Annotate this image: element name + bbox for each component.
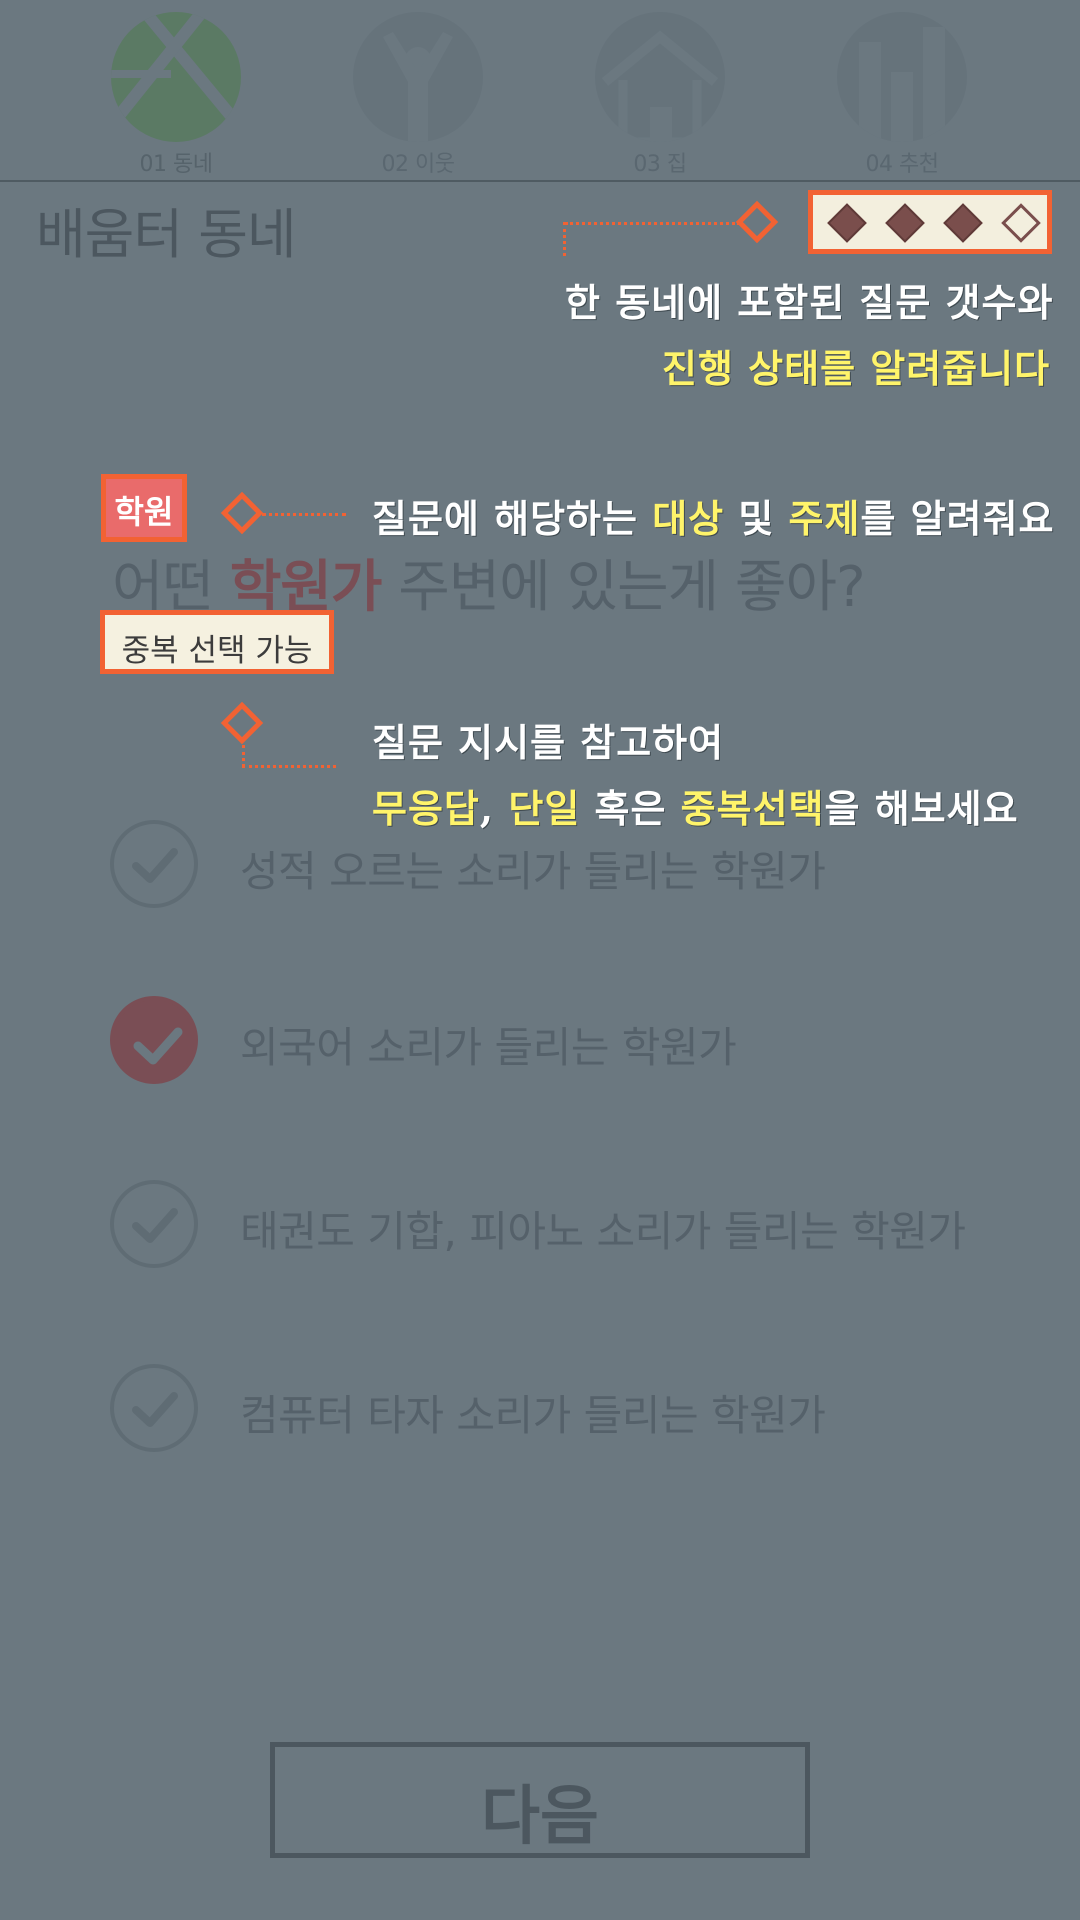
neighborhood-map-icon <box>111 12 241 142</box>
question-topic-tag: 학원 <box>101 474 187 542</box>
callout-line <box>563 222 566 256</box>
progress-diamond-filled <box>885 203 925 243</box>
note-highlight: 대상 <box>652 496 725 541</box>
note-highlight: 주제 <box>788 496 861 541</box>
next-button-label: 다음 <box>481 1780 599 1854</box>
step-label: 04 추천 <box>865 152 939 177</box>
step-label: 01 동네 <box>139 152 213 177</box>
topic-note: 질문에 해당하는 대상 및 주제를 알려줘요 <box>372 488 1054 543</box>
instruction-note-line1: 질문 지시를 참고하여 <box>372 720 725 765</box>
step-neighborhood[interactable]: 01 동네 <box>76 0 276 178</box>
option-label: 성적 오르는 소리가 들리는 학원가 <box>240 847 826 896</box>
option-label: 태권도 기합, 피아노 소리가 들리는 학원가 <box>240 1207 966 1256</box>
topic-tag-label: 학원 <box>114 493 174 531</box>
callout-line <box>242 745 245 767</box>
step-neighbor[interactable]: 02 이웃 <box>318 0 518 178</box>
callout-diamond-icon <box>735 200 779 244</box>
question-suffix: 주변에 있는게 좋아? <box>381 555 866 620</box>
step-recommend[interactable]: 04 추천 <box>802 0 1002 178</box>
instruction-label: 중복 선택 가능 <box>121 633 313 669</box>
question-progress <box>808 190 1052 254</box>
callout-diamond-icon <box>220 701 264 745</box>
progress-note-line1: 한 동네에 포함된 질문 갯수와 <box>565 280 1054 325</box>
progress-diamond-empty <box>1001 203 1041 243</box>
checkmark-icon[interactable] <box>110 996 198 1084</box>
progress-diamond-filled <box>943 203 983 243</box>
bar-chart-icon <box>837 12 967 142</box>
step-label: 03 집 <box>633 152 687 177</box>
house-icon <box>595 12 725 142</box>
step-label: 02 이웃 <box>381 152 455 177</box>
nav-divider <box>0 180 1080 182</box>
answer-option[interactable]: 성적 오르는 소리가 들리는 학원가 <box>110 820 1010 912</box>
selection-instruction: 중복 선택 가능 <box>100 610 334 674</box>
callout-line <box>262 513 346 516</box>
page-title: 배움터 동네 <box>36 203 297 266</box>
answer-option[interactable]: 태권도 기합, 피아노 소리가 들리는 학원가 <box>110 1180 1010 1272</box>
note-text: 질문에 해당하는 <box>372 496 653 541</box>
option-label: 외국어 소리가 들리는 학원가 <box>240 1023 737 1072</box>
next-button[interactable]: 다음 <box>270 1742 810 1858</box>
person-cheering-icon <box>353 12 483 142</box>
progress-note-line2: 진행 상태를 알려줍니다 <box>662 346 1051 391</box>
callout-line <box>242 765 336 768</box>
note-text: 를 알려줘요 <box>860 496 1055 541</box>
progress-diamond-filled <box>827 203 867 243</box>
checkmark-icon[interactable] <box>110 1364 198 1452</box>
callout-line <box>565 222 740 225</box>
callout-diamond-icon <box>220 491 264 535</box>
option-label: 컴퓨터 타자 소리가 들리는 학원가 <box>240 1391 826 1440</box>
step-house[interactable]: 03 집 <box>560 0 760 178</box>
answer-option[interactable]: 컴퓨터 타자 소리가 들리는 학원가 <box>110 1364 1010 1456</box>
note-text: 및 <box>724 496 789 541</box>
answer-option-selected[interactable]: 외국어 소리가 들리는 학원가 <box>110 996 1010 1088</box>
checkmark-icon[interactable] <box>110 820 198 908</box>
checkmark-icon[interactable] <box>110 1180 198 1268</box>
